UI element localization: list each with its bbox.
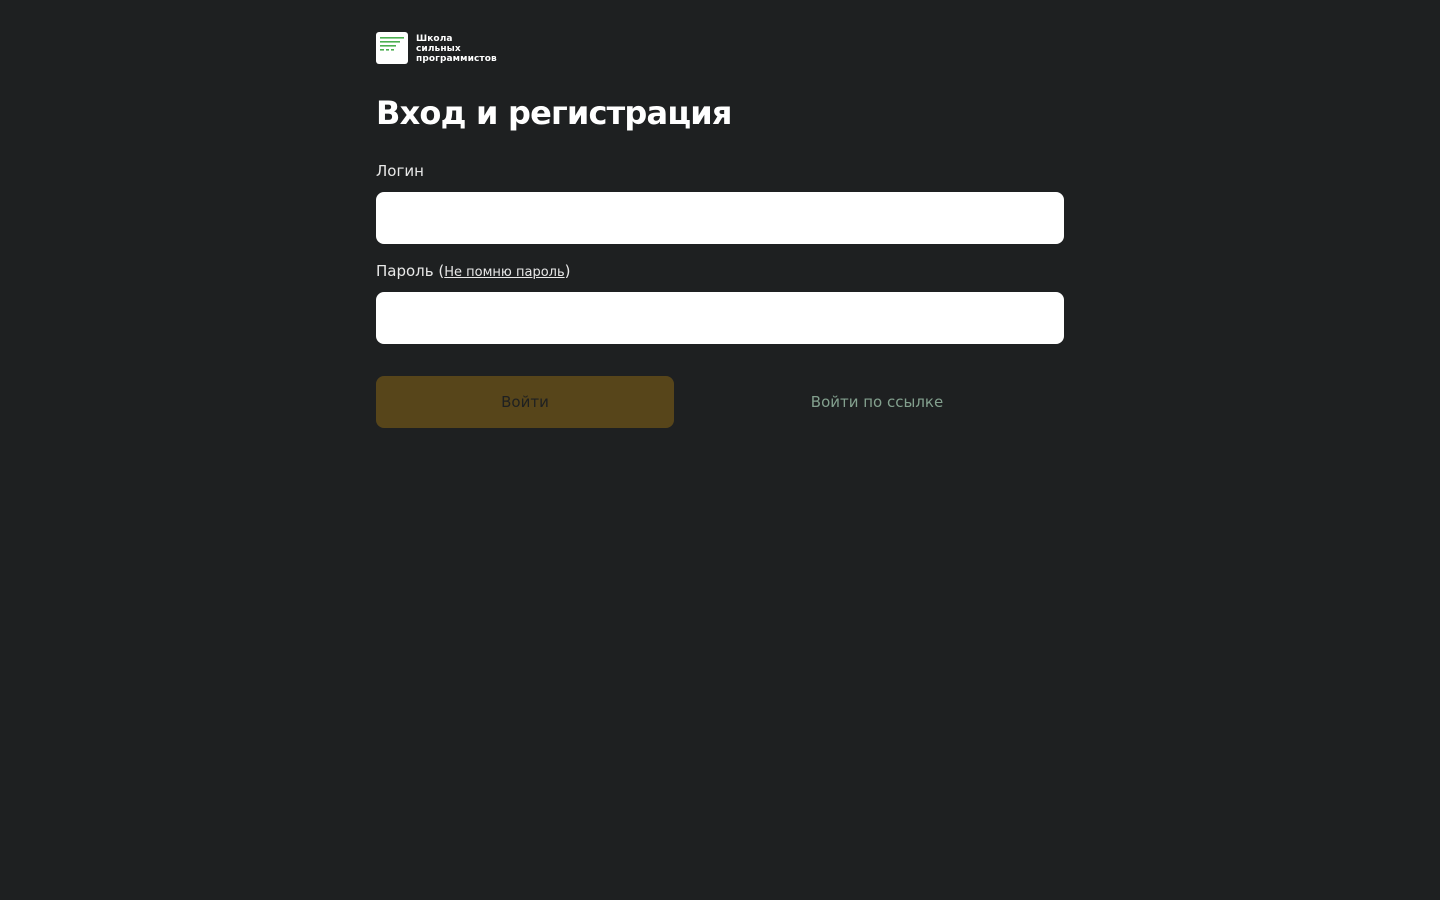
forgot-password-link[interactable]: Не помню пароль [444, 265, 564, 280]
logo-line-3: программистов [416, 54, 497, 64]
logo-text: Школа сильных программистов [416, 32, 497, 64]
logo-icon [376, 32, 408, 64]
login-page: Школа сильных программистов Вход и регис… [0, 0, 1440, 900]
password-label: Пароль [376, 262, 434, 280]
login-button[interactable]: Войти [376, 376, 674, 428]
logo-line-2: сильных [416, 44, 461, 54]
logo-line-1: Школа [416, 34, 453, 44]
logo[interactable]: Школа сильных программистов [376, 32, 497, 64]
password-input[interactable] [376, 292, 1064, 344]
page-title: Вход и регистрация [376, 94, 732, 132]
login-by-link-button[interactable]: Войти по ссылке [690, 376, 1064, 428]
paren-close: ) [564, 262, 571, 280]
password-label-row: Пароль (Не помню пароль) [376, 262, 571, 280]
login-label: Логин [376, 162, 424, 180]
login-input[interactable] [376, 192, 1064, 244]
